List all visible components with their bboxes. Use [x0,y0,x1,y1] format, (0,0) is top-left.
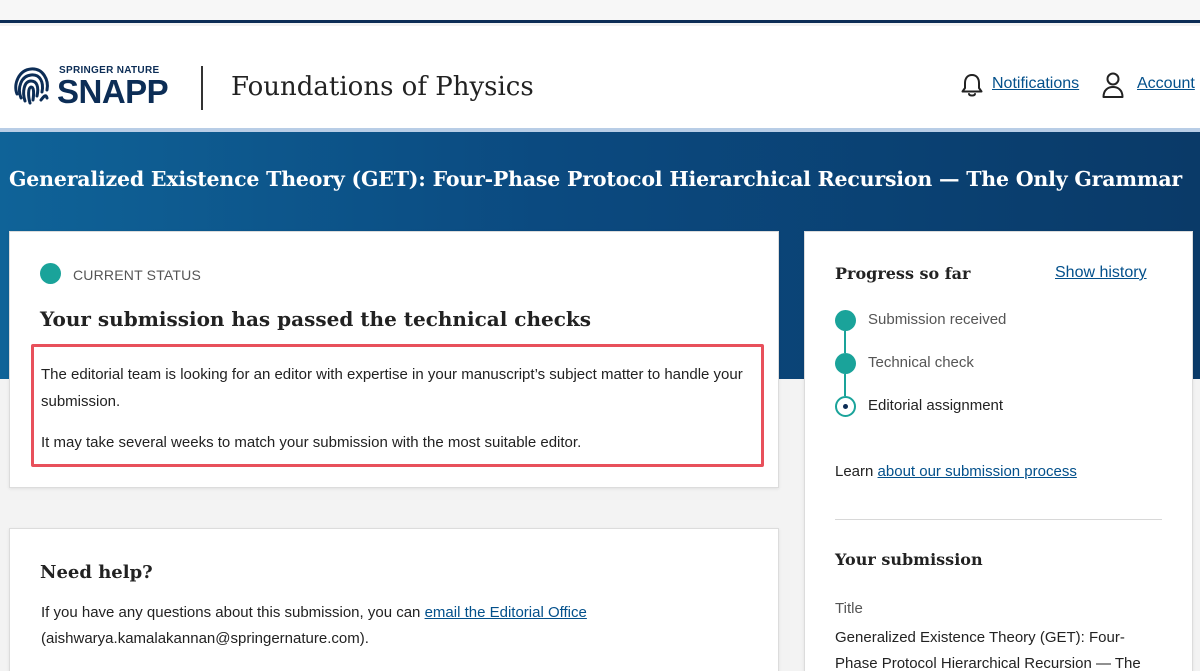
account-icon[interactable] [1101,71,1125,99]
learn-text: Learn about our submission process [835,463,1077,480]
sidebar-divider [835,519,1162,520]
logo-snapp-text: SNAPP [57,73,169,110]
status-heading: Your submission has passed the technical… [40,307,592,331]
status-paragraph-1: The editorial team is looking for an edi… [41,366,743,410]
step-label-editorial-assignment: Editorial assignment [868,397,1004,414]
step-label-submission-received: Submission received [868,311,1007,328]
help-text-before: If you have any questions about this sub… [41,604,425,621]
step-connector [844,374,846,396]
fingerprint-logo-icon [14,67,49,105]
step-label-technical-check: Technical check [868,354,974,371]
status-label: CURRENT STATUS [73,267,202,283]
help-email-address: (aishwarya.kamalakannan@springernature.c… [41,630,369,647]
help-heading: Need help? [40,562,153,583]
bell-icon[interactable] [960,72,984,98]
notifications-link[interactable]: Notifications [992,75,1079,93]
top-strip [0,0,1200,23]
email-editorial-office-link[interactable]: email the Editorial Office [425,604,587,621]
help-text: If you have any questions about this sub… [41,600,761,652]
learn-prefix: Learn [835,463,878,480]
step-done-icon [835,310,856,331]
submission-title-value: Generalized Existence Theory (GET): Four… [835,629,1141,671]
status-indicator-dot [40,263,61,284]
submission-process-link[interactable]: about our submission process [878,463,1077,480]
progress-heading: Progress so far [835,264,971,283]
step-current-icon [835,396,856,417]
submission-title-banner: Generalized Existence Theory (GET): Four… [9,167,1183,191]
step-connector [844,331,846,353]
journal-title: Foundations of Physics [231,72,534,102]
show-history-link[interactable]: Show history [1055,264,1147,282]
account-link[interactable]: Account [1137,75,1195,93]
your-submission-heading: Your submission [835,550,983,569]
status-paragraph-2: It may take several weeks to match your … [41,434,582,451]
step-done-icon [835,353,856,374]
snapp-logo[interactable]: SPRINGER NATURE SNAPP [11,40,171,110]
submission-title-label: Title [835,600,863,617]
header-divider [201,66,203,110]
